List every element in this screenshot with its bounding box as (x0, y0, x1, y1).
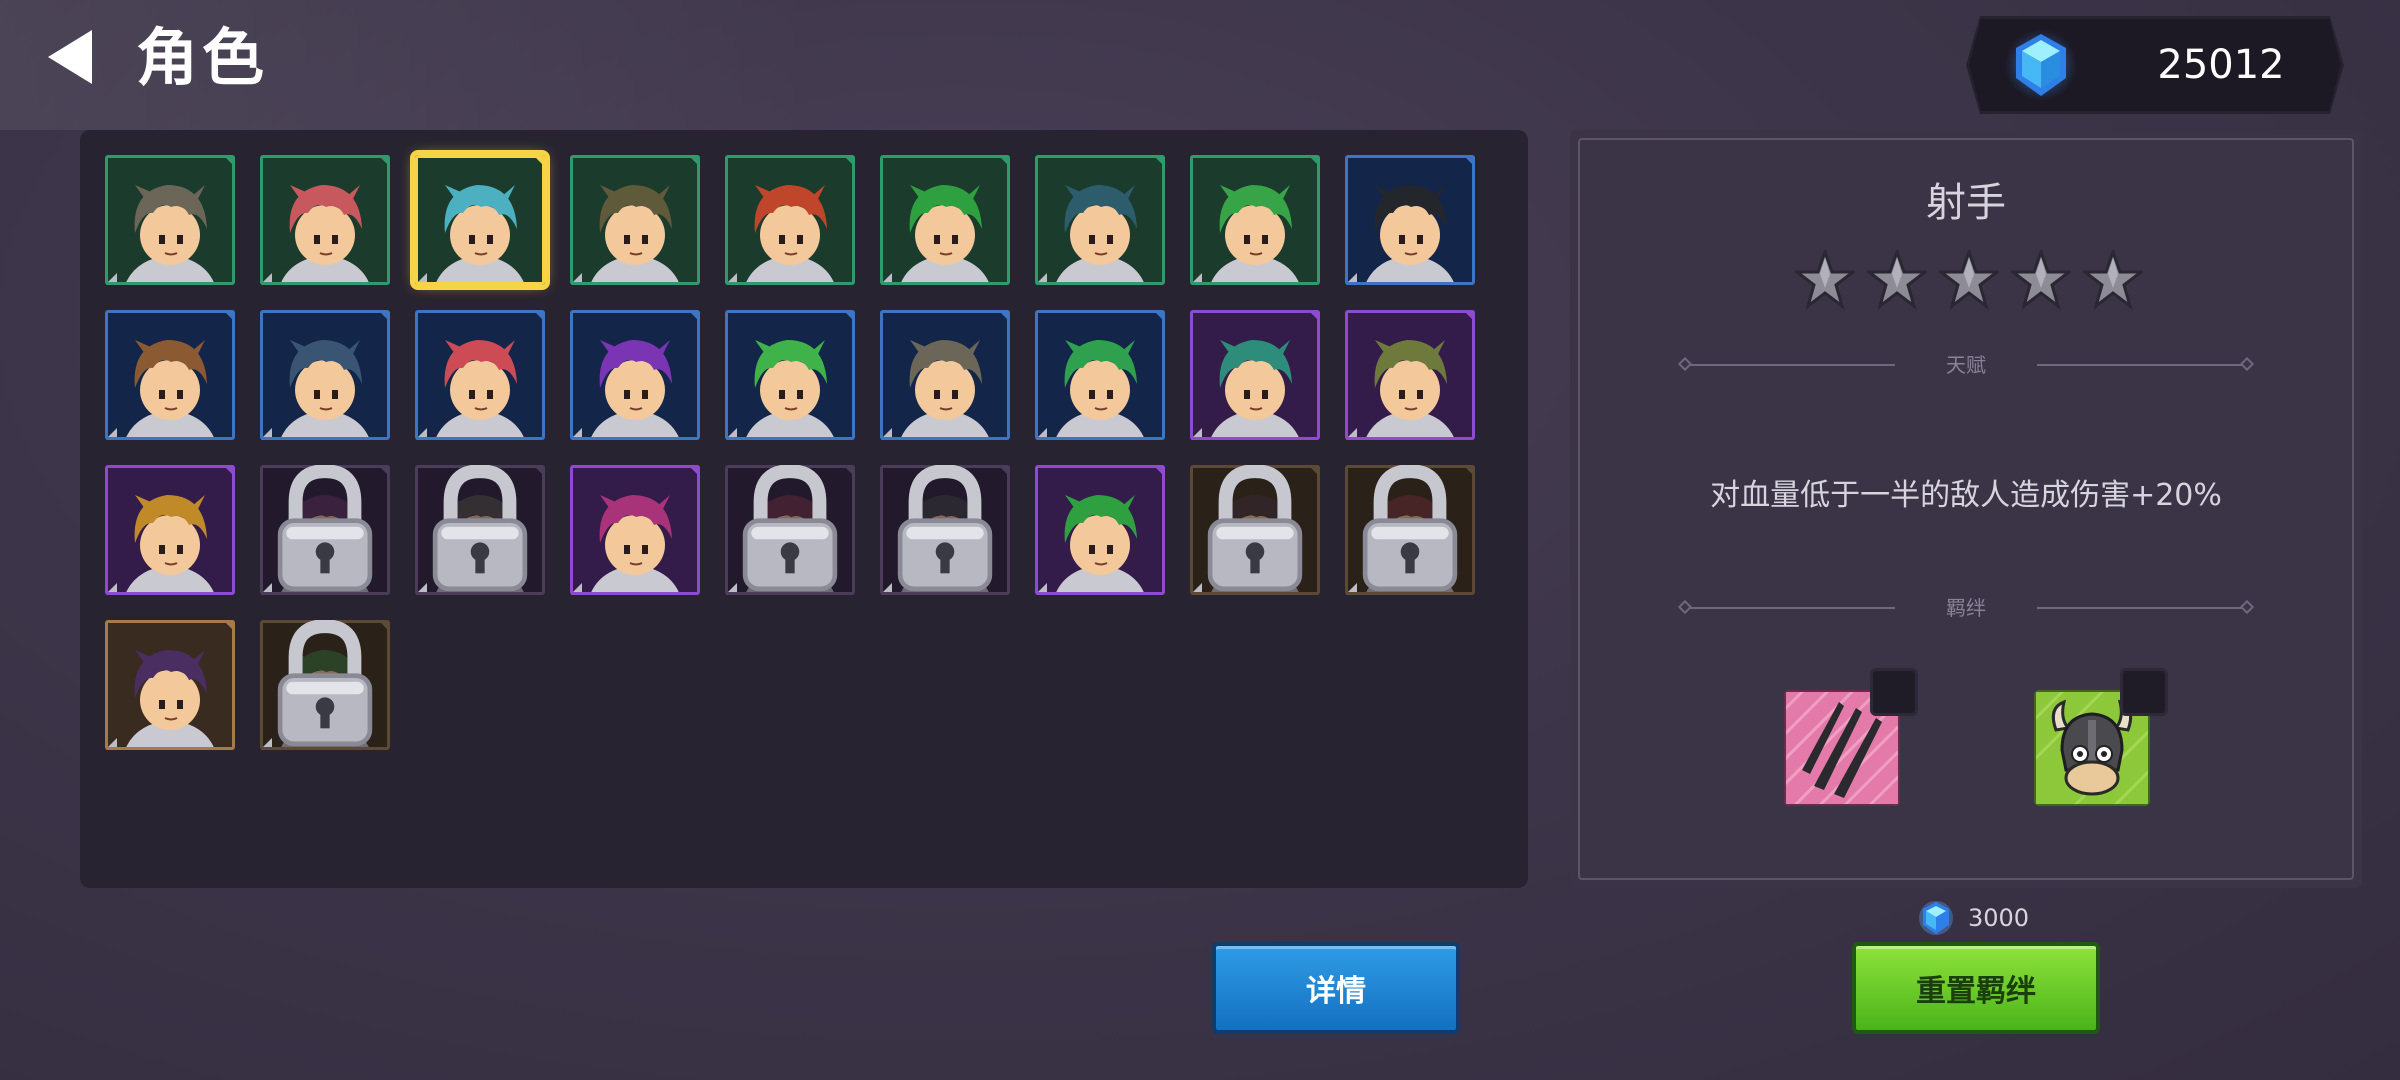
roster-panel (80, 130, 1528, 888)
character-card[interactable] (260, 155, 390, 285)
character-card[interactable] (1345, 155, 1475, 285)
character-card[interactable] (725, 310, 855, 440)
lock-icon (277, 620, 373, 747)
character-card-locked[interactable] (260, 465, 390, 595)
bond-slot-2 (2120, 668, 2168, 716)
lock-icon (1362, 465, 1458, 592)
character-portrait (880, 310, 1010, 440)
character-portrait (260, 310, 390, 440)
reset-bonds-button[interactable]: 重置羁绊 (1852, 942, 2100, 1034)
character-portrait (725, 310, 855, 440)
character-card[interactable] (1190, 155, 1320, 285)
star-icon (2083, 250, 2143, 310)
character-portrait (105, 155, 235, 285)
star-icon (1867, 250, 1927, 310)
character-portrait (1190, 155, 1320, 285)
character-info-panel: 射手 天赋 对血量低于一半的敌人造成伤害+20% 羁绊 (1570, 130, 2362, 888)
character-portrait (880, 155, 1010, 285)
character-card[interactable] (880, 310, 1010, 440)
star-icon (1795, 250, 1855, 310)
character-card[interactable] (105, 155, 235, 285)
character-portrait (105, 310, 235, 440)
page-title: 角色 (136, 21, 269, 94)
details-button[interactable]: 详情 (1212, 942, 1460, 1034)
currency-display: 25012 (1966, 16, 2344, 114)
character-card-locked[interactable] (1190, 465, 1320, 595)
gem-count: 25012 (2157, 42, 2285, 88)
character-portrait (1345, 155, 1475, 285)
character-name: 射手 (1926, 180, 2006, 226)
character-card[interactable] (725, 155, 855, 285)
character-portrait (570, 155, 700, 285)
character-portrait (105, 465, 235, 595)
character-portrait (1190, 310, 1320, 440)
character-card[interactable] (570, 155, 700, 285)
lock-icon (1207, 465, 1303, 592)
character-portrait (415, 310, 545, 440)
character-card[interactable] (1035, 310, 1165, 440)
character-portrait (570, 310, 700, 440)
character-card[interactable] (105, 620, 235, 750)
lock-icon (742, 465, 838, 592)
header-glow (0, 0, 820, 130)
bond-slot-1 (1870, 668, 1918, 716)
character-portrait (1345, 310, 1475, 440)
character-card[interactable] (1035, 155, 1165, 285)
character-portrait (570, 465, 700, 595)
character-card[interactable] (570, 465, 700, 595)
gem-icon (1919, 901, 1953, 935)
character-card[interactable] (105, 310, 235, 440)
star-rating (1795, 250, 2145, 320)
character-card[interactable] (260, 310, 390, 440)
star-icon (2011, 250, 2071, 310)
character-card[interactable] (410, 150, 550, 290)
character-portrait (1035, 465, 1165, 595)
character-card-locked[interactable] (1345, 465, 1475, 595)
back-arrow-icon[interactable] (44, 28, 96, 86)
reset-cost: 3000 (1918, 896, 2029, 940)
character-card[interactable] (1035, 465, 1165, 595)
character-card[interactable] (880, 155, 1010, 285)
character-card-locked[interactable] (880, 465, 1010, 595)
character-card[interactable] (415, 310, 545, 440)
character-portrait (725, 155, 855, 285)
gem-icon (2005, 29, 2077, 101)
character-card[interactable] (105, 465, 235, 595)
lock-icon (897, 465, 993, 592)
talent-description: 对血量低于一半的敌人造成伤害+20% (1710, 478, 2222, 513)
character-portrait (260, 155, 390, 285)
lock-icon (277, 465, 373, 592)
character-card-locked[interactable] (415, 465, 545, 595)
character-card-locked[interactable] (725, 465, 855, 595)
character-card[interactable] (1190, 310, 1320, 440)
character-card[interactable] (1345, 310, 1475, 440)
talent-divider: 天赋 (1677, 350, 2255, 380)
character-portrait (105, 620, 235, 750)
cost-amount: 3000 (1968, 904, 2030, 932)
character-portrait (1035, 155, 1165, 285)
lock-icon (432, 465, 528, 592)
character-portrait (1035, 310, 1165, 440)
character-card[interactable] (570, 310, 700, 440)
character-portrait (415, 155, 545, 285)
character-card-locked[interactable] (260, 620, 390, 750)
bond-divider: 羁绊 (1677, 593, 2255, 623)
star-icon (1939, 250, 1999, 310)
